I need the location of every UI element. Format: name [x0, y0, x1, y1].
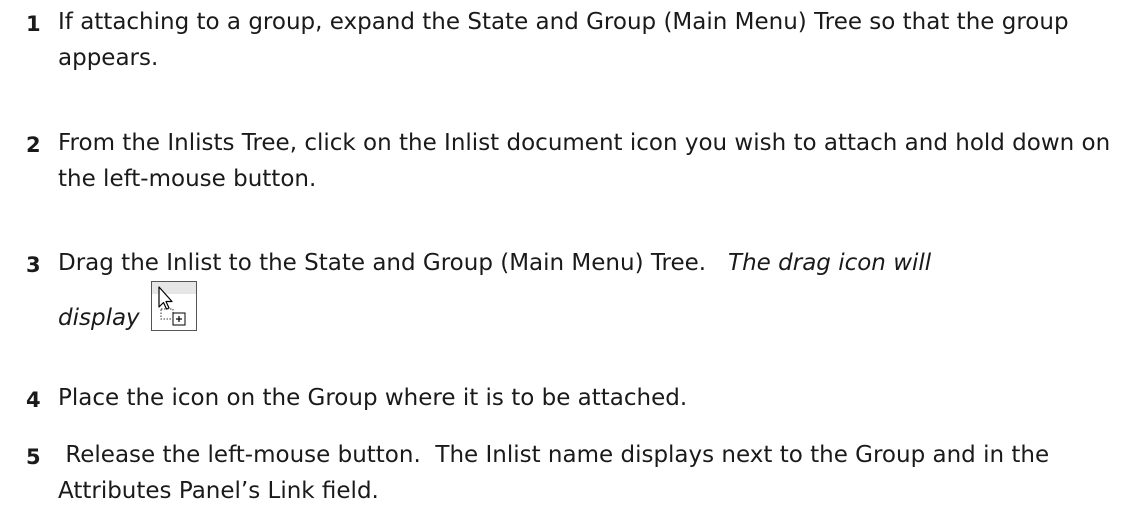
step-text: Drag the Inlist to the State and Group (…	[58, 245, 1118, 336]
step-text: Place the icon on the Group where it is …	[58, 385, 688, 411]
step-number: 2	[26, 133, 41, 157]
drag-copy-cursor-icon	[150, 281, 197, 331]
step-number: 3	[26, 253, 41, 277]
step-number: 5	[26, 445, 41, 469]
step-text-main: Drag the Inlist to the State and Group (…	[58, 250, 707, 276]
step-text: Release the left-mouse button. The Inlis…	[58, 442, 1057, 504]
step-text: From the Inlists Tree, click on the Inli…	[58, 130, 1111, 192]
step-text: If attaching to a group, expand the Stat…	[58, 9, 1069, 71]
step-number: 1	[26, 12, 41, 36]
step-note-continued: display	[58, 305, 140, 331]
step-note: The drag icon will	[728, 250, 932, 276]
step-number: 4	[26, 388, 41, 412]
